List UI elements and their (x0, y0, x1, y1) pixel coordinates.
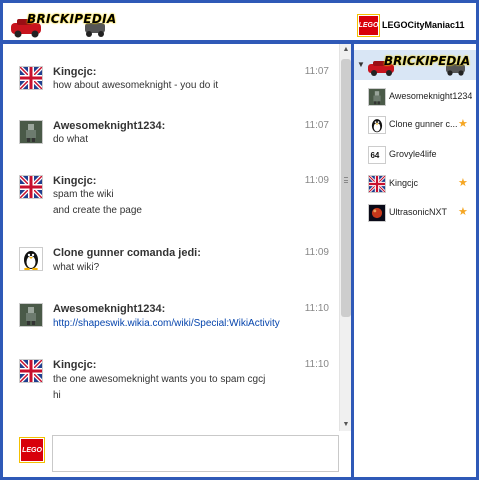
message-input-bar: LEGO (3, 431, 351, 477)
knight-figure-icon (368, 88, 386, 106)
message-timestamp: 11:07 (304, 66, 329, 77)
chat-header: BRICKIPEDIA LEGO LEGOCityManiac11 (3, 3, 476, 40)
chat-messages: Kingcjc: 11:07 how about awesomeknight -… (3, 44, 351, 431)
wiki-logo[interactable]: BRICKIPEDIA (9, 9, 116, 39)
knight-figure-icon[interactable] (19, 120, 43, 144)
message-timestamp: 11:07 (304, 120, 329, 131)
message-text: do what (53, 134, 89, 145)
penguin-icon (368, 116, 386, 134)
uk-flag-icon[interactable] (18, 358, 44, 384)
uk-flag-icon[interactable] (18, 174, 44, 200)
message-username[interactable]: Kingcjc: (53, 359, 96, 371)
user-list-name: UltrasonicNXT (389, 207, 448, 217)
user-list-item[interactable]: Kingcjc ★ (354, 174, 476, 199)
sidebar-wiki-logo: BRICKIPEDIA (366, 52, 471, 78)
user-list-header[interactable]: ▼ BRICKIPEDIA (354, 50, 476, 80)
star-icon: ★ (458, 206, 468, 218)
star-icon: ★ (458, 118, 468, 130)
message-text: spam the wiki (53, 189, 114, 200)
message-username[interactable]: Clone gunner comanda jedi: (53, 247, 201, 259)
uk-flag-icon (367, 174, 387, 194)
user-list-name: Kingcjc (389, 178, 419, 188)
user-list-name: Awesomeknight1234 (389, 91, 473, 101)
chat-scrollbar[interactable]: ▲ ▼ (339, 44, 351, 431)
message-input[interactable] (52, 435, 339, 472)
penguin-icon[interactable] (19, 247, 43, 271)
svg-text:64: 64 (370, 151, 379, 160)
grip-icon (344, 177, 348, 183)
message-timestamp: 11:10 (304, 303, 329, 314)
current-user-name: LEGOCityManiac11 (382, 20, 465, 30)
message-username[interactable]: Kingcjc: (53, 175, 96, 187)
user-list-item[interactable]: Awesomeknight1234 (354, 88, 476, 112)
message-text: how about awesomeknight - you do it (53, 80, 219, 91)
user-list-sidebar: ▼ BRICKIPEDIA Awesomeknight1234 Clone gu… (354, 44, 476, 477)
uk-flag-icon[interactable] (18, 65, 44, 91)
user-list-item[interactable]: Clone gunner c... ★ (354, 116, 476, 140)
planet-icon (368, 204, 386, 222)
user-list-name: Grovyle4life (389, 149, 437, 159)
message-username[interactable]: Awesomeknight1234: (53, 120, 165, 132)
message-timestamp: 11:09 (304, 175, 329, 186)
grovyle-icon: 64 (368, 146, 386, 164)
wiki-logo-text: BRICKIPEDIA (27, 12, 117, 26)
message-text: the one awesomeknight wants you to spam … (53, 374, 266, 385)
scroll-thumb[interactable] (341, 59, 351, 317)
current-user[interactable]: LEGO LEGOCityManiac11 (358, 14, 465, 36)
message-timestamp: 11:10 (304, 359, 329, 370)
star-icon: ★ (458, 177, 468, 189)
lego-logo-icon: LEGO (358, 14, 379, 36)
scroll-up-icon[interactable]: ▲ (342, 46, 350, 54)
knight-figure-icon[interactable] (19, 303, 43, 327)
lego-logo-icon: LEGO (20, 438, 44, 462)
message-username[interactable]: Awesomeknight1234: (53, 303, 165, 315)
user-list-item[interactable]: UltrasonicNXT ★ (354, 204, 476, 228)
message-timestamp: 11:09 (304, 247, 329, 258)
message-text: hi (53, 390, 61, 401)
collapse-arrow-icon[interactable]: ▼ (357, 60, 365, 69)
message-text: what wiki? (53, 262, 100, 273)
message-username[interactable]: Kingcjc: (53, 66, 96, 78)
message-text: and create the page (53, 205, 142, 216)
user-list-name: Clone gunner c... (389, 119, 458, 129)
user-list-item[interactable]: 64 Grovyle4life (354, 146, 476, 170)
message-link[interactable]: http://shapeswik.wikia.com/wiki/Special:… (53, 318, 280, 329)
scroll-down-icon[interactable]: ▼ (342, 421, 350, 429)
sidebar-wiki-logo-text: BRICKIPEDIA (384, 54, 471, 68)
